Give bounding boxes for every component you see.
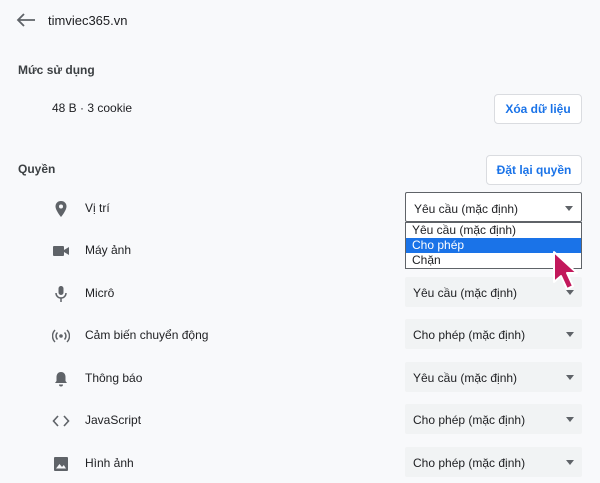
permission-label: Vị trí: [85, 201, 110, 215]
permission-select-javascript[interactable]: Cho phép (mặc định): [405, 404, 582, 434]
permission-select-images[interactable]: Cho phép (mặc định): [405, 447, 582, 477]
page-header: timviec365.vn: [0, 0, 600, 40]
chevron-down-icon: [566, 417, 574, 422]
usage-section-label: Mức sử dụng: [18, 63, 95, 77]
dropdown-option-ask[interactable]: Yêu cầu (mặc định): [406, 223, 581, 238]
chevron-down-icon: [566, 375, 574, 380]
permission-row-notifications: Thông báo Yêu cầu (mặc định): [0, 361, 600, 395]
select-value: Cho phép (mặc định): [413, 413, 526, 427]
chevron-down-icon: [566, 332, 574, 337]
permission-label: Cảm biến chuyển động: [85, 328, 209, 342]
permission-label: JavaScript: [85, 413, 142, 427]
permission-select-motion-sensors[interactable]: Cho phép (mặc định): [405, 319, 582, 349]
usage-summary: 48 B · 3 cookie: [52, 101, 133, 115]
chevron-down-icon: [565, 206, 573, 211]
microphone-icon: [55, 286, 67, 302]
permission-row-motion-sensors: Cảm biến chuyển động Cho phép (mặc định): [0, 318, 600, 352]
permission-select-notifications[interactable]: Yêu cầu (mặc định): [405, 362, 582, 392]
select-value: Cho phép (mặc định): [413, 456, 526, 470]
page-title: timviec365.vn: [48, 13, 128, 28]
chevron-down-icon: [566, 460, 574, 465]
bell-icon: [55, 372, 67, 387]
permission-label: Thông báo: [85, 371, 143, 385]
select-value: Yêu cầu (mặc định): [413, 371, 518, 385]
image-icon: [54, 457, 68, 471]
select-value: Cho phép (mặc định): [413, 328, 526, 342]
permission-row-microphone: Micrô Yêu cầu (mặc định): [0, 276, 600, 310]
clear-data-button[interactable]: Xóa dữ liệu: [494, 94, 582, 124]
permissions-section-label: Quyền: [18, 162, 56, 176]
code-icon: [52, 415, 70, 427]
arrow-left-icon[interactable]: [16, 12, 36, 28]
camera-icon: [53, 246, 69, 256]
permission-label: Máy ảnh: [85, 243, 132, 257]
permission-label: Micrô: [85, 286, 115, 300]
permission-select-location[interactable]: Yêu cầu (mặc định): [405, 192, 582, 222]
location-pin-icon: [55, 201, 67, 217]
permission-row-location: Vị trí Yêu cầu (mặc định): [0, 191, 600, 225]
reset-permissions-button[interactable]: Đặt lại quyền: [486, 155, 582, 185]
pointer-arrow-icon: [553, 251, 578, 290]
permission-label: Hình ảnh: [85, 456, 134, 470]
select-value: Yêu cầu (mặc định): [413, 286, 518, 300]
permission-row-images: Hình ảnh Cho phép (mặc định): [0, 446, 600, 480]
permission-row-javascript: JavaScript Cho phép (mặc định): [0, 403, 600, 437]
motion-sensor-icon: [52, 329, 70, 343]
select-value: Yêu cầu (mặc định): [414, 202, 519, 216]
